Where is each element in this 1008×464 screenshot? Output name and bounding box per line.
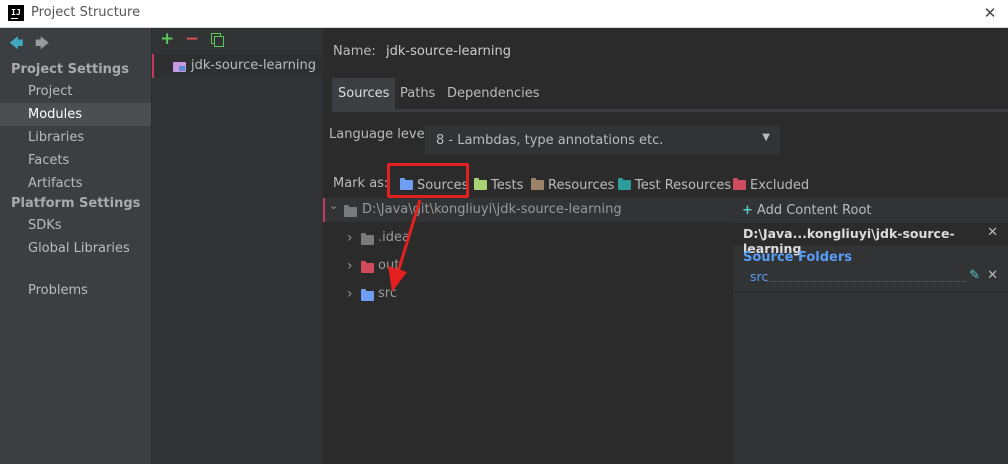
tab-paths[interactable]: Paths — [394, 78, 441, 109]
remove-source-folder-icon[interactable]: ✕ — [987, 268, 998, 283]
mark-as-test-resources-label: Test Resources — [635, 178, 732, 193]
excluded-folder-icon — [733, 178, 746, 190]
nav-item-artifacts[interactable]: Artifacts — [0, 172, 151, 195]
mark-as-excluded-label: Excluded — [750, 178, 810, 193]
back-arrow-icon[interactable]: 🡄 — [9, 33, 23, 57]
name-label: Name: — [333, 44, 376, 59]
folder-icon — [361, 233, 374, 245]
module-list-item[interactable]: jdk-source-learning — [152, 54, 325, 78]
add-content-root-button[interactable]: + Add Content Root — [742, 203, 872, 218]
chevron-right-icon[interactable]: › — [347, 282, 353, 306]
tree-row-idea[interactable]: › .idea — [323, 226, 733, 250]
source-folder-row[interactable]: src ✎ ✕ — [733, 268, 1008, 286]
tree-row-out[interactable]: › out — [323, 254, 733, 278]
nav-item-facets[interactable]: Facets — [0, 149, 151, 172]
excluded-folder-icon — [361, 261, 374, 273]
nav-item-global-libraries[interactable]: Global Libraries — [0, 237, 151, 260]
sources-highlight-annotation — [387, 163, 469, 198]
remove-content-root-icon[interactable]: ✕ — [987, 225, 998, 240]
content-root-header: D:\Java...kongliuyi\jdk-source-learning … — [733, 223, 1008, 256]
nav-item-problems[interactable]: Problems — [0, 279, 151, 302]
module-folder-icon — [173, 62, 186, 72]
window-title: Project Structure — [31, 5, 141, 20]
panel-divider — [733, 292, 1008, 293]
tree-item-label: src — [378, 286, 397, 301]
tree-row-root[interactable]: ⌄ D:\Java\git\kongliuyi\jdk-source-learn… — [323, 198, 735, 222]
mark-as-test-resources-button[interactable]: Test Resources — [615, 177, 731, 195]
project-settings-header: Project Settings — [11, 62, 129, 77]
mark-as-resources-button[interactable]: Resources — [528, 177, 614, 195]
title-bar: IJ Project Structure ✕ — [0, 0, 1008, 28]
chevron-down-icon[interactable]: ⌄ — [329, 194, 338, 218]
mark-as-tests-label: Tests — [491, 178, 524, 193]
dotted-leader — [767, 281, 966, 282]
language-level-value: 8 - Lambdas, type annotations etc. — [436, 133, 664, 148]
intellij-logo-icon: IJ — [8, 5, 24, 21]
module-list-pane: + − jdk-source-learning — [151, 28, 325, 464]
mark-as-label: Mark as: — [333, 176, 389, 191]
module-name: jdk-source-learning — [191, 58, 316, 73]
mark-as-resources-label: Resources — [548, 178, 615, 193]
resources-folder-icon — [531, 178, 544, 190]
chevron-right-icon[interactable]: › — [347, 254, 353, 278]
tests-folder-icon — [474, 178, 487, 190]
tree-root-label: D:\Java\git\kongliuyi\jdk-source-learnin… — [362, 202, 622, 217]
tab-divider — [332, 109, 1008, 112]
chevron-right-icon[interactable]: › — [347, 226, 353, 250]
nav-item-project[interactable]: Project — [0, 80, 151, 103]
tree-item-label: out — [378, 258, 400, 273]
test-resources-folder-icon — [618, 178, 631, 190]
tab-dependencies[interactable]: Dependencies — [441, 78, 546, 109]
plus-icon: + — [742, 203, 753, 218]
module-name-field[interactable]: jdk-source-learning — [386, 44, 511, 59]
tree-row-src[interactable]: › src — [323, 282, 733, 306]
settings-navigation: 🡄 🡆 Project Settings Project Modules Lib… — [0, 28, 151, 464]
language-level-dropdown[interactable]: 8 - Lambdas, type annotations etc. ▼ — [425, 125, 780, 155]
nav-item-modules[interactable]: Modules — [0, 103, 151, 126]
content-root-panel: + Add Content Root D:\Java...kongliuyi\jd… — [733, 198, 1008, 464]
module-settings: Name: jdk-source-learning Sources Paths … — [323, 28, 1008, 464]
tree-item-label: .idea — [378, 230, 410, 245]
nav-item-sdks[interactable]: SDKs — [0, 214, 151, 237]
copy-module-icon[interactable] — [211, 33, 224, 47]
mark-as-tests-button[interactable]: Tests — [471, 177, 523, 195]
language-level-label: Language level: — [329, 127, 433, 142]
content-root-tree: ⌄ D:\Java\git\kongliuyi\jdk-source-learn… — [323, 198, 735, 464]
edit-pencil-icon[interactable]: ✎ — [969, 268, 980, 283]
add-content-root-label: Add Content Root — [756, 203, 872, 218]
forward-arrow-icon[interactable]: 🡆 — [35, 33, 49, 57]
close-window-button[interactable]: ✕ — [978, 2, 1002, 24]
nav-item-libraries[interactable]: Libraries — [0, 126, 151, 149]
sources-folder-icon — [361, 289, 374, 301]
dropdown-arrow-icon: ▼ — [762, 132, 770, 143]
tab-sources[interactable]: Sources — [332, 78, 396, 109]
platform-settings-header: Platform Settings — [11, 196, 141, 211]
folder-icon — [344, 205, 357, 217]
mark-as-excluded-button[interactable]: Excluded — [730, 177, 809, 195]
remove-module-button[interactable]: − — [185, 29, 199, 49]
source-folders-title: Source Folders — [743, 250, 853, 265]
add-module-button[interactable]: + — [160, 29, 174, 49]
source-folder-name: src — [750, 269, 769, 284]
